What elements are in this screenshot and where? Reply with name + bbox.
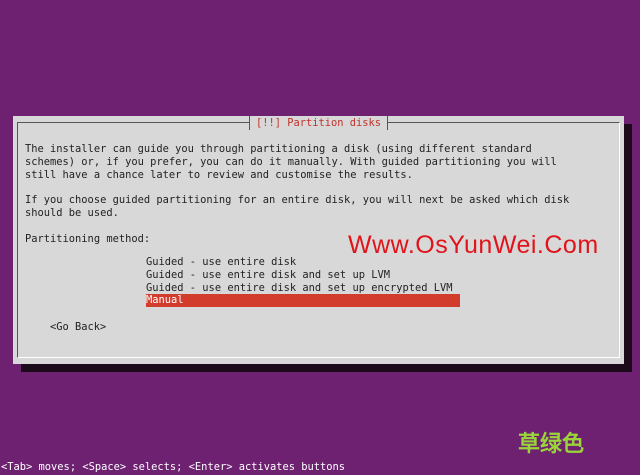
guided-info-paragraph: If you choose guided partitioning for an… xyxy=(25,194,570,219)
signature-watermark: 草绿色 xyxy=(518,432,585,457)
installer-screen: [!!] Partition disks The installer can g… xyxy=(0,0,640,475)
intro-paragraph: The installer can guide you through part… xyxy=(25,143,557,181)
site-watermark: Www.OsYunWei.Com xyxy=(348,231,599,259)
option-guided-encrypted-lvm[interactable]: Guided - use entire disk and set up encr… xyxy=(146,282,460,295)
option-manual[interactable]: Manual xyxy=(146,294,460,308)
status-bar: <Tab> moves; <Space> selects; <Enter> ac… xyxy=(1,461,346,473)
go-back-button[interactable]: <Go Back> xyxy=(50,321,106,334)
option-guided-lvm[interactable]: Guided - use entire disk and set up LVM xyxy=(146,269,460,282)
partitioning-method-list: Guided - use entire disk Guided - use en… xyxy=(146,256,460,308)
dialog-title-bar: [!!] Partition disks xyxy=(13,116,624,130)
dialog-title: [!!] Partition disks xyxy=(248,116,389,130)
